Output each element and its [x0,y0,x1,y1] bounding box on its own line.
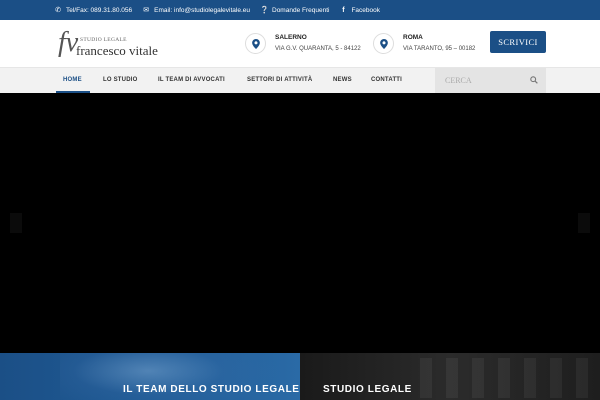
hero-slider [0,93,600,353]
panel-title: STUDIO LEGALE [323,384,412,395]
location-city: SALERNO [275,34,307,41]
feature-panel-studio[interactable]: STUDIO LEGALE [300,353,600,400]
nav-item-settori[interactable]: SETTORI DI ATTIVITÀ [247,68,312,93]
nav-item-contatti[interactable]: CONTATTI [371,68,402,93]
location-address: VIA G.V. QUARANTA, 5 - 84122 [275,46,361,52]
search-icon[interactable] [530,76,538,84]
location-salerno: SALERNO VIA G.V. QUARANTA, 5 - 84122 [245,33,361,55]
faq-link[interactable]: ❔ Domande Frequenti [260,6,330,15]
location-city: ROMA [403,34,423,41]
location-roma: ROMA VIA TARANTO, 95 – 00182 [373,33,475,55]
facebook-text: Facebook [351,6,380,14]
search-input[interactable] [445,76,525,85]
nav-item-team[interactable]: IL TEAM DI AVVOCATI [158,68,225,93]
map-pin-icon [373,33,394,54]
phone-icon: ✆ [55,7,61,14]
main-nav: HOME LO STUDIO IL TEAM DI AVVOCATI SETTO… [0,67,600,93]
facebook-link[interactable]: f Facebook [339,7,380,14]
envelope-icon: ✉ [143,7,150,14]
slider-prev-arrow[interactable] [10,213,22,233]
map-pin-icon [245,33,266,54]
phone-info: ✆ Tel/Fax: 089.31.80.056 [54,6,133,15]
search-box [435,68,546,93]
site-header: fv STUDIO LEGALE francesco vitale SALERN… [0,20,600,67]
feature-panel-team[interactable]: IL TEAM DELLO STUDIO LEGALE [0,353,300,400]
panel-title: IL TEAM DELLO STUDIO LEGALE [123,384,300,395]
nav-item-news[interactable]: NEWS [333,68,352,93]
nav-item-home[interactable]: HOME [63,68,82,93]
faq-text: Domande Frequenti [272,6,330,14]
site-logo[interactable]: fv STUDIO LEGALE francesco vitale [58,28,168,60]
email-link[interactable]: ✉ Email: info@studiolegalevitale.eu [142,6,250,15]
scrivici-button[interactable]: SCRIVICI [490,31,546,53]
phone-text: Tel/Fax: 089.31.80.056 [66,6,133,14]
panel-background-image [420,358,600,398]
logo-name: francesco vitale [76,43,158,58]
top-bar: ✆ Tel/Fax: 089.31.80.056 ✉ Email: info@s… [0,0,600,20]
email-text: Email: info@studiolegalevitale.eu [154,6,250,14]
facebook-icon: f [342,6,345,14]
nav-item-lo-studio[interactable]: LO STUDIO [103,68,137,93]
location-address: VIA TARANTO, 95 – 00182 [403,46,476,52]
slider-next-arrow[interactable] [578,213,590,233]
question-circle-icon: ❔ [260,7,269,14]
